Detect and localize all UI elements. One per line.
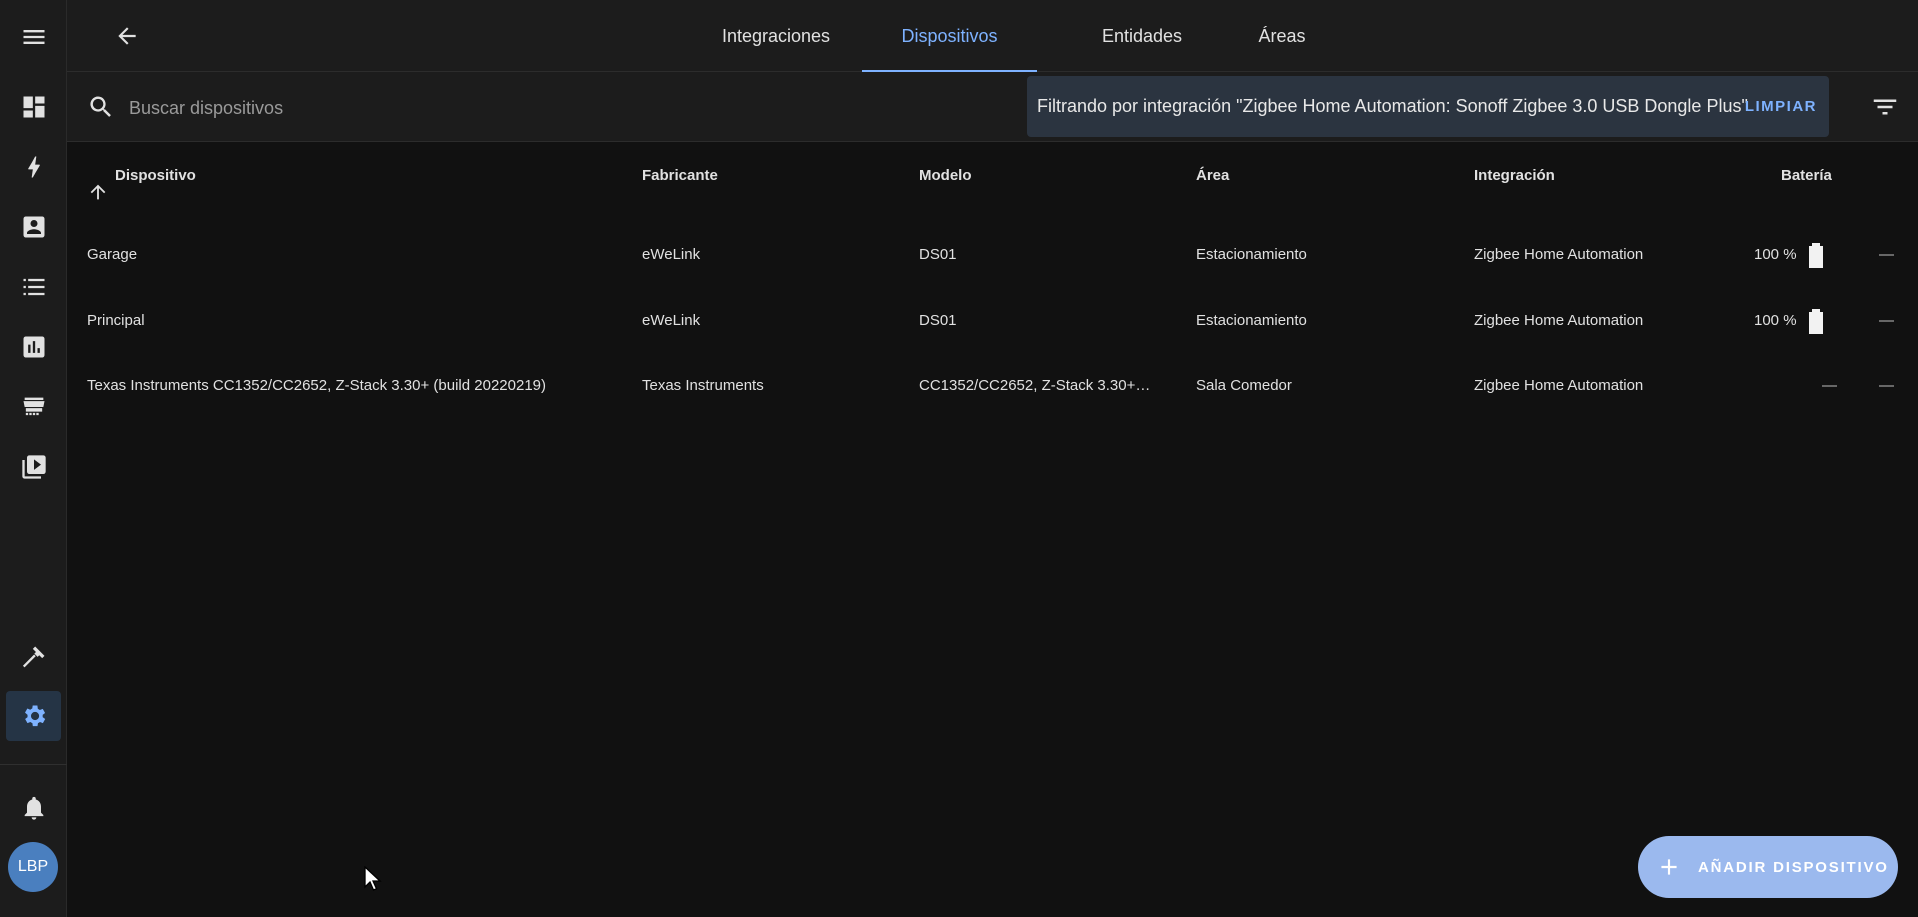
table-row[interactable]: Texas Instruments CC1352/CC2652, Z-Stack… [67,353,1918,419]
plus-icon [1661,859,1677,875]
cell-manufacturer: Texas Instruments [642,377,764,394]
cell-extra: — [1879,312,1894,329]
column-header-integration[interactable]: Integración [1474,142,1555,210]
sort-arrow-up-icon [87,165,109,200]
cell-battery: 100 % [1754,246,1797,263]
cell-extra: — [1879,377,1894,394]
logbook-icon[interactable] [6,202,61,252]
search-input[interactable] [127,90,1011,126]
search-icon [87,93,115,121]
tab-integraciones[interactable]: Integraciones [696,0,856,72]
add-device-button[interactable]: AÑADIR DISPOSITIVO [1638,836,1898,898]
column-header-device[interactable]: Dispositivo [87,142,196,210]
cell-area: Estacionamiento [1196,246,1307,263]
energy-icon[interactable] [6,142,61,192]
tab-dispositivos[interactable]: Dispositivos [862,0,1037,72]
column-header-model[interactable]: Modelo [919,142,972,210]
sidebar: LBP [0,0,67,917]
hacs-store-icon[interactable] [6,382,61,432]
cell-battery: 100 % [1754,312,1797,329]
table-row[interactable]: Garage eWeLink DS01 Estacionamiento Zigb… [67,222,1918,288]
active-filter-chip: Filtrando por integración "Zigbee Home A… [1027,76,1829,137]
mouse-cursor-icon [364,866,382,891]
battery-full-icon [1804,242,1828,268]
user-avatar[interactable]: LBP [8,842,58,892]
back-arrow-icon[interactable] [103,12,151,60]
notifications-bell-icon[interactable] [6,783,61,833]
cell-manufacturer: eWeLink [642,312,701,329]
tab-areas[interactable]: Áreas [1227,0,1337,72]
tab-entidades[interactable]: Entidades [1067,0,1217,72]
clear-filter-button[interactable]: LIMPIAR [1745,76,1817,137]
filter-icon[interactable] [1870,92,1900,122]
column-header-manufacturer[interactable]: Fabricante [642,142,718,210]
column-header-battery[interactable]: Batería [1781,142,1832,210]
dashboard-icon[interactable] [6,82,61,132]
cell-device: Principal [87,312,145,329]
cell-model: CC1352/CC2652, Z-Stack 3.30+ (build 2022… [919,377,1154,394]
list-icon[interactable] [6,262,61,312]
cell-device: Texas Instruments CC1352/CC2652, Z-Stack… [87,377,547,394]
search-bar: Filtrando por integración "Zigbee Home A… [67,72,1918,142]
media-icon[interactable] [6,442,61,492]
top-bar: Integraciones Dispositivos Entidades Áre… [67,0,1918,72]
sidebar-divider [0,764,67,765]
cell-area: Sala Comedor [1196,377,1292,394]
add-device-label: AÑADIR DISPOSITIVO [1698,858,1889,876]
cell-device: Garage [87,246,138,263]
developer-tools-hammer-icon[interactable] [6,632,61,682]
battery-full-icon [1804,308,1828,334]
column-header-device-label: Dispositivo [115,167,196,184]
cell-integration: Zigbee Home Automation [1474,312,1644,329]
cell-battery: — [1822,377,1837,394]
column-header-area[interactable]: Área [1196,142,1229,210]
settings-gear-icon[interactable] [6,691,61,741]
cell-model: DS01 [919,312,957,329]
cell-integration: Zigbee Home Automation [1474,246,1644,263]
cell-integration: Zigbee Home Automation [1474,377,1644,394]
history-chart-icon[interactable] [6,322,61,372]
table-row[interactable]: Principal eWeLink DS01 Estacionamiento Z… [67,288,1918,354]
cell-area: Estacionamiento [1196,312,1307,329]
cell-extra: — [1879,246,1894,263]
cell-manufacturer: eWeLink [642,246,701,263]
filter-description: Filtrando por integración "Zigbee Home A… [1037,96,1748,116]
cell-model: DS01 [919,246,957,263]
menu-icon[interactable] [6,12,61,62]
